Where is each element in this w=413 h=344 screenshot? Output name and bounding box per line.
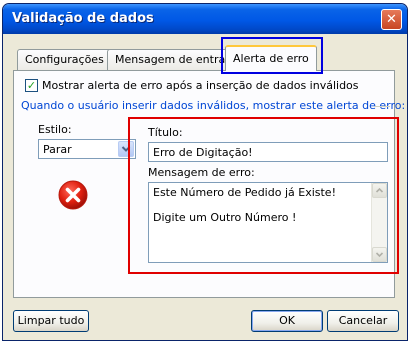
error-stop-icon <box>58 180 88 210</box>
tab-label: Alerta de erro <box>233 52 309 65</box>
tab-label: Configurações <box>25 53 104 66</box>
title-bar[interactable]: Validação de dados ✕ <box>3 4 407 34</box>
window-title: Validação de dados <box>12 11 154 26</box>
ok-label: OK <box>279 314 295 327</box>
message-line: Digite um Outro Número ! <box>153 211 297 224</box>
error-alert-panel: ✓ Mostrar alerta de erro após a inserção… <box>13 70 405 298</box>
ok-button[interactable]: OK <box>251 310 323 332</box>
style-dropdown-button[interactable] <box>118 141 134 157</box>
style-select-value: Parar <box>43 143 72 156</box>
chevron-up-icon <box>375 187 384 193</box>
scroll-up-button[interactable] <box>372 183 387 198</box>
data-validation-dialog: Validação de dados ✕ Configurações Mensa… <box>2 3 408 341</box>
cancel-label: Cancelar <box>338 314 388 327</box>
message-line: Este Número de Pedido já Existe! <box>153 186 336 199</box>
title-input[interactable]: Erro de Digitação! <box>148 142 388 162</box>
error-message-label: Mensagem de erro: <box>148 166 255 179</box>
close-icon: ✕ <box>386 12 397 27</box>
chevron-down-icon <box>121 146 131 152</box>
chevron-down-icon <box>375 252 384 258</box>
tab-configuracoes[interactable]: Configurações <box>17 49 112 70</box>
style-label: Estilo: <box>38 123 72 136</box>
scroll-down-button[interactable] <box>372 247 387 262</box>
show-error-alert-checkbox[interactable]: ✓ <box>25 79 38 92</box>
style-select[interactable]: Parar <box>38 139 136 159</box>
group-caption: Quando o usuário inserir dados inválidos… <box>21 99 406 112</box>
cancel-button[interactable]: Cancelar <box>327 310 399 332</box>
title-input-value: Erro de Digitação! <box>153 146 253 159</box>
message-scrollbar[interactable] <box>371 183 387 262</box>
tab-label: Mensagem de entrada <box>115 53 239 66</box>
title-label: Título: <box>148 126 183 139</box>
close-button[interactable]: ✕ <box>381 9 402 30</box>
error-message-textarea[interactable]: Este Número de Pedido já Existe! Digite … <box>148 182 388 263</box>
clear-all-button[interactable]: Limpar tudo <box>13 310 89 332</box>
tab-alerta-de-erro[interactable]: Alerta de erro <box>225 45 317 71</box>
clear-all-label: Limpar tudo <box>17 314 85 327</box>
group-divider <box>374 106 390 107</box>
show-error-alert-label[interactable]: Mostrar alerta de erro após a inserção d… <box>42 79 359 92</box>
